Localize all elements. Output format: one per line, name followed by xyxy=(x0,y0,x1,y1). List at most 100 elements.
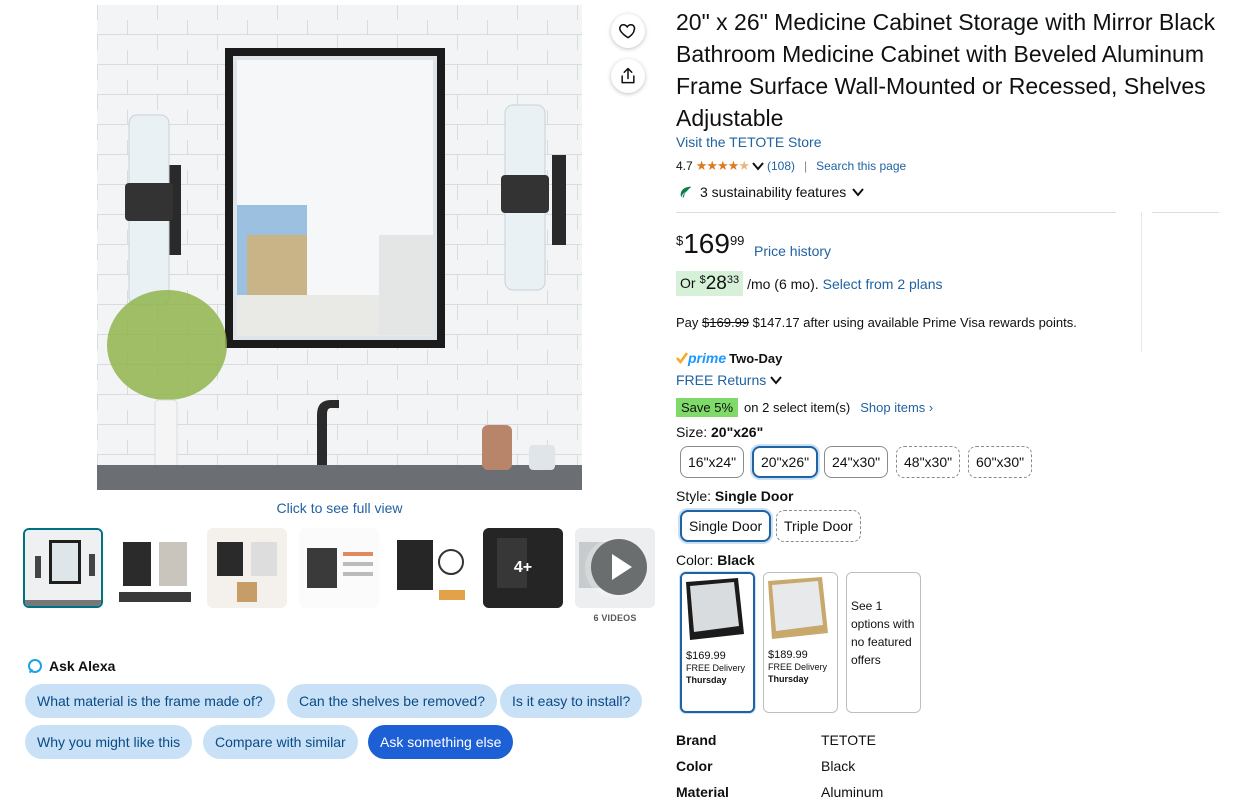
style-selected: Single Door xyxy=(714,488,794,504)
more-images-count: 4+ xyxy=(513,559,533,576)
pay-prefix: Pay xyxy=(676,315,699,330)
save-badge: Save 5% xyxy=(676,398,739,417)
price-fraction: 99 xyxy=(729,233,745,248)
prime-visa-offer: Pay $169.99 $147.17 after using availabl… xyxy=(676,315,1077,330)
size-label: Size: xyxy=(676,424,708,440)
spec-key: Material xyxy=(676,784,729,800)
size-option-48x30[interactable]: 48"x30" xyxy=(896,446,961,478)
heart-icon xyxy=(619,23,636,39)
sustainability-label: 3 sustainability features xyxy=(700,184,847,200)
prime-check-icon xyxy=(676,352,688,364)
color-price: $189.99 xyxy=(768,649,808,661)
color-option-silver[interactable]: $189.99 FREE Delivery Thursday xyxy=(763,572,838,713)
thumbnail-image xyxy=(25,530,101,606)
price: $ 169 99 xyxy=(676,228,744,260)
pay-original-price: $169.99 xyxy=(702,315,750,330)
video-count-label: 6 VIDEOS xyxy=(593,613,637,623)
spec-key: Color xyxy=(676,758,713,774)
color-swatch-image xyxy=(764,573,837,645)
price-symbol: $ xyxy=(676,233,684,248)
video-thumbnail[interactable] xyxy=(575,528,655,608)
price-history-link[interactable]: Price history xyxy=(754,243,831,259)
thumbnail-image xyxy=(115,528,195,608)
play-icon xyxy=(591,539,647,595)
free-returns-link[interactable]: FREE Returns xyxy=(676,372,766,388)
alexa-question-frame-material[interactable]: What material is the frame made of? xyxy=(25,684,275,718)
color-delivery-day: Thursday xyxy=(686,675,727,685)
thumbnail-image xyxy=(207,528,287,608)
monthly-payment: Or $ 28 33 /mo (6 mo). Select from 2 pla… xyxy=(676,271,943,296)
prime-delivery: prime Two-Day xyxy=(676,350,782,366)
spec-row-color: Color Black xyxy=(676,758,855,774)
thumbnail-4[interactable] xyxy=(299,528,379,608)
two-day-label: Two-Day xyxy=(729,350,783,366)
size-selected: 20"x26" xyxy=(711,424,764,440)
spec-value: TETOTE xyxy=(821,732,876,748)
promo-row: Save 5% on 2 select item(s) Shop items › xyxy=(676,398,933,417)
alexa-compare-similar[interactable]: Compare with similar xyxy=(203,725,358,759)
monthly-suffix: /mo (6 mo). xyxy=(747,275,819,292)
spec-row-material: Material Aluminum xyxy=(676,784,883,800)
style-label-row: Style: Single Door xyxy=(676,488,793,504)
color-delivery: FREE Delivery xyxy=(686,663,746,673)
prime-logo: prime xyxy=(688,350,727,366)
sustainability-features[interactable]: 3 sustainability features xyxy=(678,184,865,200)
divider xyxy=(676,212,1116,213)
search-page-link[interactable]: Search this page xyxy=(816,159,906,173)
size-option-60x30[interactable]: 60"x30" xyxy=(968,446,1033,478)
chevron-down-icon xyxy=(852,188,865,197)
ask-alexa-title: Ask Alexa xyxy=(49,658,116,674)
thumbnail-5[interactable] xyxy=(391,528,471,608)
thumbnail-image xyxy=(299,528,379,608)
wishlist-button[interactable] xyxy=(611,14,645,48)
alexa-ask-something-else[interactable]: Ask something else xyxy=(368,725,514,759)
review-count-link[interactable]: (108) xyxy=(767,159,795,173)
thumbnail-3[interactable] xyxy=(207,528,287,608)
share-button[interactable] xyxy=(611,59,645,93)
leaf-icon xyxy=(680,186,692,198)
color-option-see-more[interactable]: See 1 options with no featured offers xyxy=(846,572,921,713)
spec-row-brand: Brand TETOTE xyxy=(676,732,876,748)
alexa-question-install[interactable]: Is it easy to install? xyxy=(500,684,643,718)
chevron-down-icon[interactable] xyxy=(752,161,764,171)
chevron-down-icon xyxy=(770,376,783,385)
spec-key: Brand xyxy=(676,732,717,748)
size-option-16x24[interactable]: 16"x24" xyxy=(680,446,745,478)
size-label-row: Size: 20"x26" xyxy=(676,424,763,440)
promo-text: on 2 select item(s) xyxy=(744,400,851,415)
color-option-black[interactable]: $169.99 FREE Delivery Thursday xyxy=(680,572,755,713)
pay-rest: $147.17 after using available Prime Visa… xyxy=(752,315,1077,330)
star-rating-icon[interactable]: ★★★★★ xyxy=(696,158,750,174)
alexa-question-shelves[interactable]: Can the shelves be removed? xyxy=(287,684,497,718)
size-option-20x26[interactable]: 20"x26" xyxy=(752,446,819,478)
rating-value: 4.7 xyxy=(676,159,693,173)
product-photo xyxy=(97,5,582,490)
rating-row: 4.7 ★★★★★ (108) | Search this page xyxy=(676,158,906,174)
monthly-or: Or xyxy=(680,275,696,291)
color-price: $169.99 xyxy=(686,650,726,662)
free-returns[interactable]: FREE Returns xyxy=(676,372,783,388)
color-label: Color: xyxy=(676,552,714,568)
main-product-image[interactable] xyxy=(97,5,582,490)
alexa-why-like[interactable]: Why you might like this xyxy=(25,725,193,759)
select-plans-link[interactable]: Select from 2 plans xyxy=(823,276,943,292)
shop-items-link[interactable]: Shop items › xyxy=(860,400,933,415)
spec-value: Black xyxy=(821,758,856,774)
thumbnail-6-more[interactable]: 4+ xyxy=(483,528,563,608)
rating-separator: | xyxy=(803,159,808,173)
price-whole: 169 xyxy=(683,228,730,259)
thumbnail-1[interactable] xyxy=(23,528,103,608)
full-view-link[interactable]: Click to see full view xyxy=(97,500,582,516)
ask-alexa-header: Ask Alexa xyxy=(27,658,115,674)
size-option-24x30[interactable]: 24"x30" xyxy=(824,446,889,478)
style-option-single-door[interactable]: Single Door xyxy=(680,510,772,542)
store-link[interactable]: Visit the TETOTE Store xyxy=(676,134,822,150)
divider xyxy=(1152,212,1219,213)
share-icon xyxy=(621,67,635,84)
style-option-triple-door[interactable]: Triple Door xyxy=(776,510,861,542)
style-label: Style: xyxy=(676,488,712,504)
thumbnail-image xyxy=(391,528,471,608)
spec-value: Aluminum xyxy=(821,784,884,800)
thumbnail-2[interactable] xyxy=(115,528,195,608)
monthly-whole: 28 xyxy=(705,273,727,294)
